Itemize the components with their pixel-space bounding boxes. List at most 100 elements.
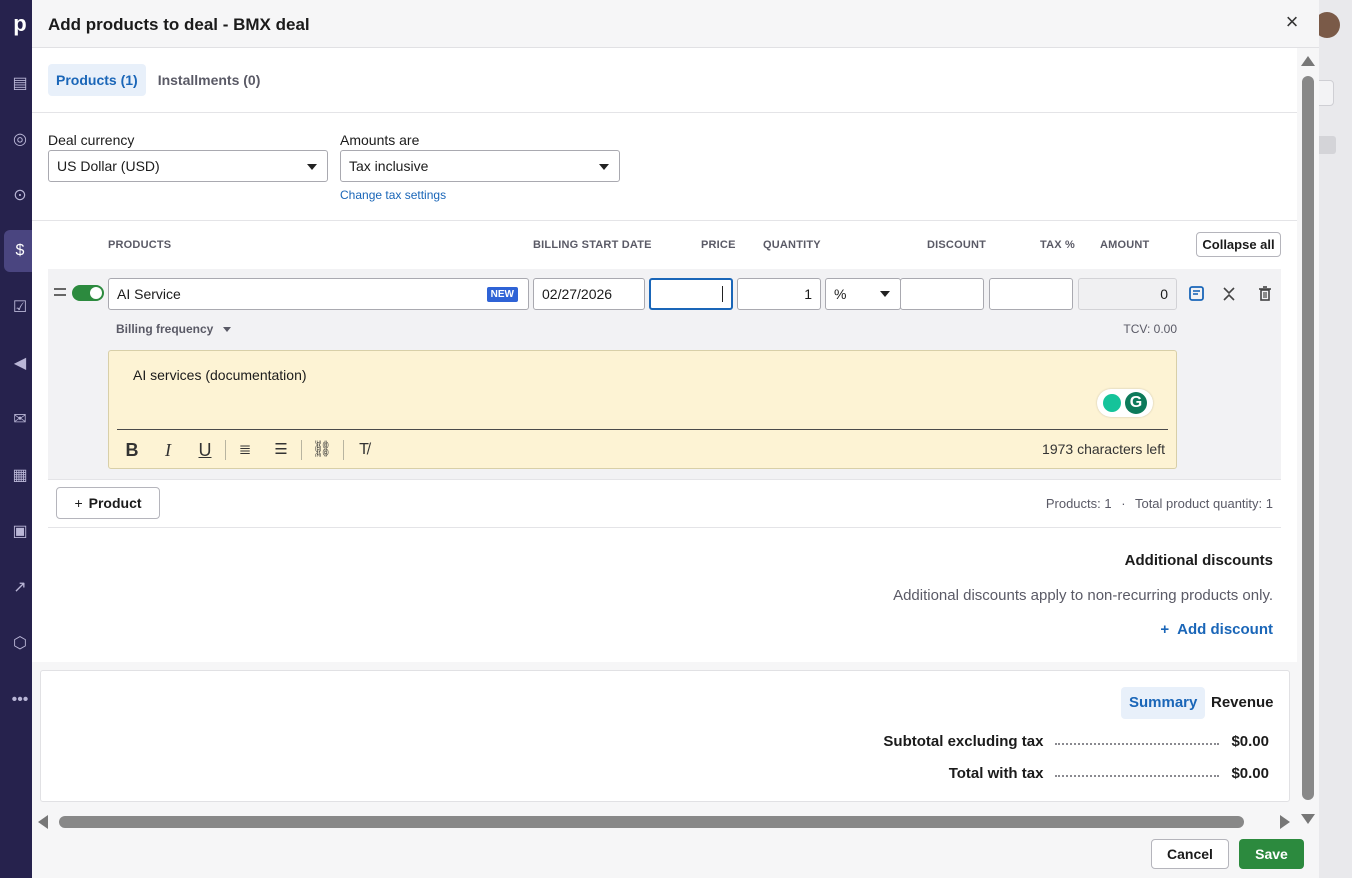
editor-divider xyxy=(117,429,1168,430)
deal-currency-select[interactable]: US Dollar (USD) xyxy=(48,150,328,182)
change-tax-settings-link[interactable]: Change tax settings xyxy=(340,188,446,202)
amount-value: 0 xyxy=(1078,278,1177,310)
tax-input[interactable] xyxy=(989,278,1073,310)
add-product-label: Product xyxy=(88,495,142,511)
divider xyxy=(32,220,1297,221)
cancel-button[interactable]: Cancel xyxy=(1151,839,1229,869)
ordered-list-icon[interactable]: ≣ xyxy=(234,439,256,461)
leads-icon[interactable]: ▤ xyxy=(10,74,30,94)
broadcast-icon[interactable]: ◎ xyxy=(10,130,30,150)
product-row: AI Service NEW 02/27/2026 1 % 0 Billing … xyxy=(48,269,1281,479)
add-discount-button[interactable]: + Add discount xyxy=(1160,621,1273,638)
vertical-scroll-thumb[interactable] xyxy=(1302,76,1314,800)
underline-icon[interactable]: U xyxy=(194,439,216,461)
collapse-all-button[interactable]: Collapse all xyxy=(1196,232,1281,257)
horizontal-scroll-thumb[interactable] xyxy=(59,816,1244,828)
description-editor[interactable]: AI services (documentation) G B I U ≣ ☰ … xyxy=(108,350,1177,469)
col-discount: DISCOUNT xyxy=(927,239,987,251)
divider xyxy=(48,479,1281,480)
billing-start-date-input[interactable]: 02/27/2026 xyxy=(533,278,645,310)
product-name-input[interactable]: AI Service NEW xyxy=(108,278,529,310)
total-row: Total with tax $0.00 xyxy=(949,763,1269,783)
target-icon[interactable]: ⊙ xyxy=(10,186,30,206)
amounts-are-select[interactable]: Tax inclusive xyxy=(340,150,620,182)
billing-frequency-label: Billing frequency xyxy=(116,322,214,336)
new-badge: NEW xyxy=(486,287,518,302)
tab-installments[interactable]: Installments (0) xyxy=(150,64,269,96)
scroll-left-icon[interactable] xyxy=(38,815,48,829)
additional-discounts-title: Additional discounts xyxy=(1124,552,1273,569)
mail-icon[interactable]: ✉ xyxy=(10,410,30,430)
dotted-leader xyxy=(1055,775,1220,777)
caret-down-icon xyxy=(222,327,231,332)
discount-input[interactable] xyxy=(900,278,984,310)
deal-currency-value: US Dollar (USD) xyxy=(57,158,160,174)
toolbar-divider xyxy=(343,440,344,460)
quantity-input[interactable]: 1 xyxy=(737,278,821,310)
summary-card: Summary Revenue Subtotal excluding tax $… xyxy=(40,670,1290,802)
collapse-row-icon[interactable] xyxy=(1220,285,1238,303)
tab-revenue[interactable]: Revenue xyxy=(1203,687,1282,719)
grammarly-icon[interactable]: G xyxy=(1125,392,1147,414)
product-enabled-toggle[interactable] xyxy=(72,285,104,301)
separator-dot: · xyxy=(1121,496,1126,511)
tab-summary[interactable]: Summary xyxy=(1121,687,1206,719)
bold-icon[interactable]: B xyxy=(121,439,143,461)
products-count-summary: Products: 1 · Total product quantity: 1 xyxy=(1046,496,1273,511)
italic-icon[interactable]: I xyxy=(157,439,179,461)
horizontal-scrollbar[interactable] xyxy=(32,810,1297,832)
description-text[interactable]: AI services (documentation) xyxy=(133,367,307,383)
add-product-button[interactable]: + Product xyxy=(56,487,160,519)
divider xyxy=(32,112,1297,113)
scroll-right-icon[interactable] xyxy=(1280,815,1290,829)
col-billing-start-date: BILLING START DATE xyxy=(533,239,652,251)
total-label: Total with tax xyxy=(948,764,1044,782)
chars-left: 1973 characters left xyxy=(1042,441,1165,457)
save-button[interactable]: Save xyxy=(1239,839,1304,869)
vertical-scrollbar[interactable] xyxy=(1297,48,1319,830)
toolbar-divider xyxy=(301,440,302,460)
caret-down-icon xyxy=(599,164,609,170)
subtotal-label: Subtotal excluding tax xyxy=(883,732,1044,750)
total-quantity: Total product quantity: 1 xyxy=(1134,496,1273,511)
add-products-modal: Add products to deal - BMX deal × Produc… xyxy=(32,0,1319,878)
tasks-icon[interactable]: ☑ xyxy=(10,298,30,318)
plus-icon: + xyxy=(1160,621,1170,638)
divider xyxy=(48,527,1281,528)
col-quantity: QUANTITY xyxy=(763,239,821,251)
add-discount-label: Add discount xyxy=(1177,621,1273,638)
contacts-icon[interactable]: ▣ xyxy=(10,522,30,542)
drag-handle-icon[interactable] xyxy=(54,288,66,296)
col-products: PRODUCTS xyxy=(108,239,172,251)
modal-content: Products (1) Installments (0) Deal curre… xyxy=(32,48,1297,810)
modal-header: Add products to deal - BMX deal × xyxy=(32,0,1319,48)
scroll-up-icon[interactable] xyxy=(1301,56,1315,66)
campaigns-icon[interactable]: ◀ xyxy=(10,354,30,374)
lightbulb-icon[interactable] xyxy=(1103,394,1121,412)
note-icon[interactable] xyxy=(1188,285,1206,303)
deal-currency-label: Deal currency xyxy=(48,132,135,148)
dollar-icon[interactable]: $ xyxy=(10,241,30,261)
total-value: $0.00 xyxy=(1231,764,1269,782)
more-icon[interactable]: ••• xyxy=(10,690,30,710)
discount-type-value: % xyxy=(834,286,847,302)
amounts-are-value: Tax inclusive xyxy=(349,158,429,174)
insights-icon[interactable]: ↗ xyxy=(10,578,30,598)
discount-type-select[interactable]: % xyxy=(825,278,901,310)
billing-frequency-toggle[interactable]: Billing frequency xyxy=(116,322,231,336)
clear-format-icon[interactable]: T̸ xyxy=(353,439,375,461)
bullet-list-icon[interactable]: ☰ xyxy=(270,439,292,461)
grammarly-widget[interactable]: G xyxy=(1097,389,1153,417)
trash-icon[interactable] xyxy=(1256,285,1274,303)
price-input[interactable] xyxy=(649,278,733,310)
dotted-leader xyxy=(1055,743,1220,745)
caret-down-icon xyxy=(880,291,890,297)
close-icon[interactable]: × xyxy=(1282,11,1302,33)
tab-products[interactable]: Products (1) xyxy=(48,64,146,96)
calendar-icon[interactable]: ▦ xyxy=(10,466,30,486)
scroll-down-icon[interactable] xyxy=(1301,814,1315,824)
amounts-are-label: Amounts are xyxy=(340,132,420,148)
products-icon[interactable]: ⬡ xyxy=(10,634,30,654)
toggle-knob xyxy=(90,287,102,299)
link-icon[interactable]: ⛓ xyxy=(311,439,333,461)
